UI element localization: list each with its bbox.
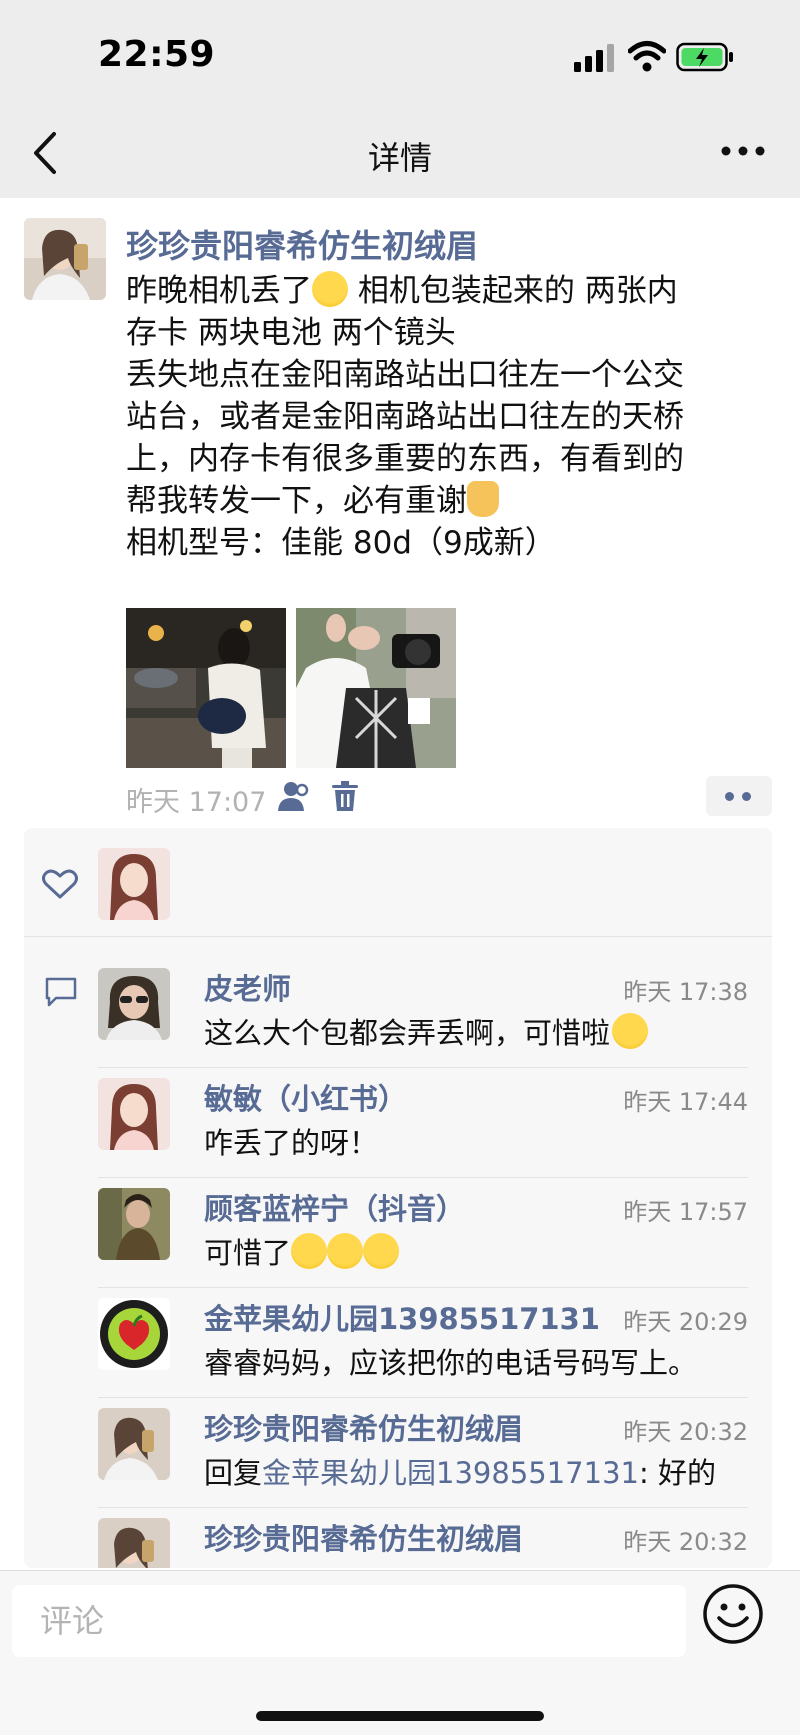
commenter-name[interactable]: 珍珍贵阳睿希仿生初绒眉 [204, 1406, 523, 1448]
privacy-icon[interactable] [278, 781, 310, 811]
home-indicator[interactable] [256, 1711, 544, 1721]
dot-icon [725, 792, 734, 801]
praying-hands-emoji-icon [467, 481, 499, 517]
commenter-name[interactable]: 顾客蓝梓宁（抖音） [204, 1186, 465, 1228]
divider [24, 936, 772, 937]
heart-icon [42, 869, 78, 899]
delete-icon[interactable] [332, 780, 358, 812]
emoji-icon[interactable] [702, 1583, 764, 1645]
post-author-name[interactable]: 珍珍贵阳睿希仿生初绒眉 [126, 221, 478, 267]
post-author-avatar[interactable] [24, 218, 106, 300]
like-comment-menu-button[interactable] [706, 776, 772, 816]
comment-time: 昨天 20:32 [623, 1528, 748, 1556]
laughing-crying-emoji-icon [612, 1013, 649, 1049]
comment-text: 咋丢了的呀！ [204, 1126, 379, 1160]
comment-time: 昨天 20:29 [623, 1308, 748, 1336]
commenter-avatar[interactable] [98, 1408, 170, 1480]
comment-text: 15285964784庞珍珍 [204, 1560, 494, 1568]
commenter-name[interactable]: 珍珍贵阳睿希仿生初绒眉 [204, 1516, 523, 1558]
comment-text: 回复金苹果幼儿园13985517131: 好的 [204, 1456, 716, 1490]
comment-input-bar [0, 1570, 800, 1735]
post-text: 昨晚相机丢了 相机包装起来的 两张内 存卡 两块电池 两个镜头 丢失地点在金阳南… [126, 271, 684, 561]
status-time: 22:59 [98, 34, 216, 75]
crying-emoji-icon [327, 1233, 364, 1269]
signal-icon [574, 44, 614, 72]
commenter-avatar[interactable] [98, 1188, 170, 1260]
wifi-icon [628, 41, 666, 72]
comment-item[interactable]: 珍珍贵阳睿希仿生初绒眉 昨天 20:32 回复金苹果幼儿园13985517131… [98, 1398, 772, 1508]
commenter-name[interactable]: 金苹果幼儿园13985517131 [204, 1296, 600, 1338]
comment-time: 昨天 17:57 [623, 1198, 748, 1226]
crying-emoji-icon [312, 271, 348, 307]
page-title: 详情 [367, 139, 432, 177]
dot-icon [742, 792, 751, 801]
commenter-avatar[interactable] [98, 1518, 170, 1568]
crying-emoji-icon [363, 1233, 400, 1269]
crying-emoji-icon [291, 1233, 328, 1269]
likes-comments-panel: 皮老师 昨天 17:38 这么大个包都会弄丢啊，可惜啦 敏敏（小红书） 昨天 1… [24, 828, 772, 1568]
comment-item[interactable]: 珍珍贵阳睿希仿生初绒眉 昨天 20:32 15285964784庞珍珍 [98, 1508, 772, 1568]
commenter-avatar[interactable] [98, 1078, 170, 1150]
comment-item[interactable]: 顾客蓝梓宁（抖音） 昨天 17:57 可惜了 [98, 1178, 772, 1288]
commenter-avatar[interactable] [98, 968, 170, 1040]
comment-text: 可惜了 [204, 1230, 400, 1272]
comment-icon [45, 977, 77, 1007]
commenter-name[interactable]: 皮老师 [204, 966, 291, 1008]
comment-time: 昨天 17:38 [623, 978, 748, 1006]
comment-item[interactable]: 皮老师 昨天 17:38 这么大个包都会弄丢啊，可惜啦 [98, 958, 772, 1068]
liker-avatar[interactable] [98, 848, 170, 920]
battery-icon [676, 42, 733, 72]
comment-item[interactable]: 金苹果幼儿园13985517131 昨天 20:29 睿睿妈妈，应该把你的电话号… [98, 1288, 772, 1398]
top-bar: 22:59 详情 [0, 0, 800, 198]
commenter-name[interactable]: 敏敏（小红书） [204, 1076, 407, 1118]
comment-text: 这么大个包都会弄丢啊，可惜啦 [204, 1010, 649, 1052]
post-photo-2[interactable] [296, 608, 456, 768]
post-timestamp: 昨天 17:07 [126, 787, 267, 818]
comment-item[interactable]: 敏敏（小红书） 昨天 17:44 咋丢了的呀！ [98, 1068, 772, 1178]
more-icon[interactable] [720, 140, 766, 162]
comment-time: 昨天 20:32 [623, 1418, 748, 1446]
post-photo-1[interactable] [126, 608, 286, 768]
comment-input[interactable] [12, 1585, 686, 1657]
comment-text: 睿睿妈妈，应该把你的电话号码写上。 [204, 1346, 698, 1380]
comment-time: 昨天 17:44 [623, 1088, 748, 1116]
reply-target-name[interactable]: 金苹果幼儿园13985517131 [262, 1456, 639, 1490]
commenter-avatar[interactable] [98, 1298, 170, 1370]
